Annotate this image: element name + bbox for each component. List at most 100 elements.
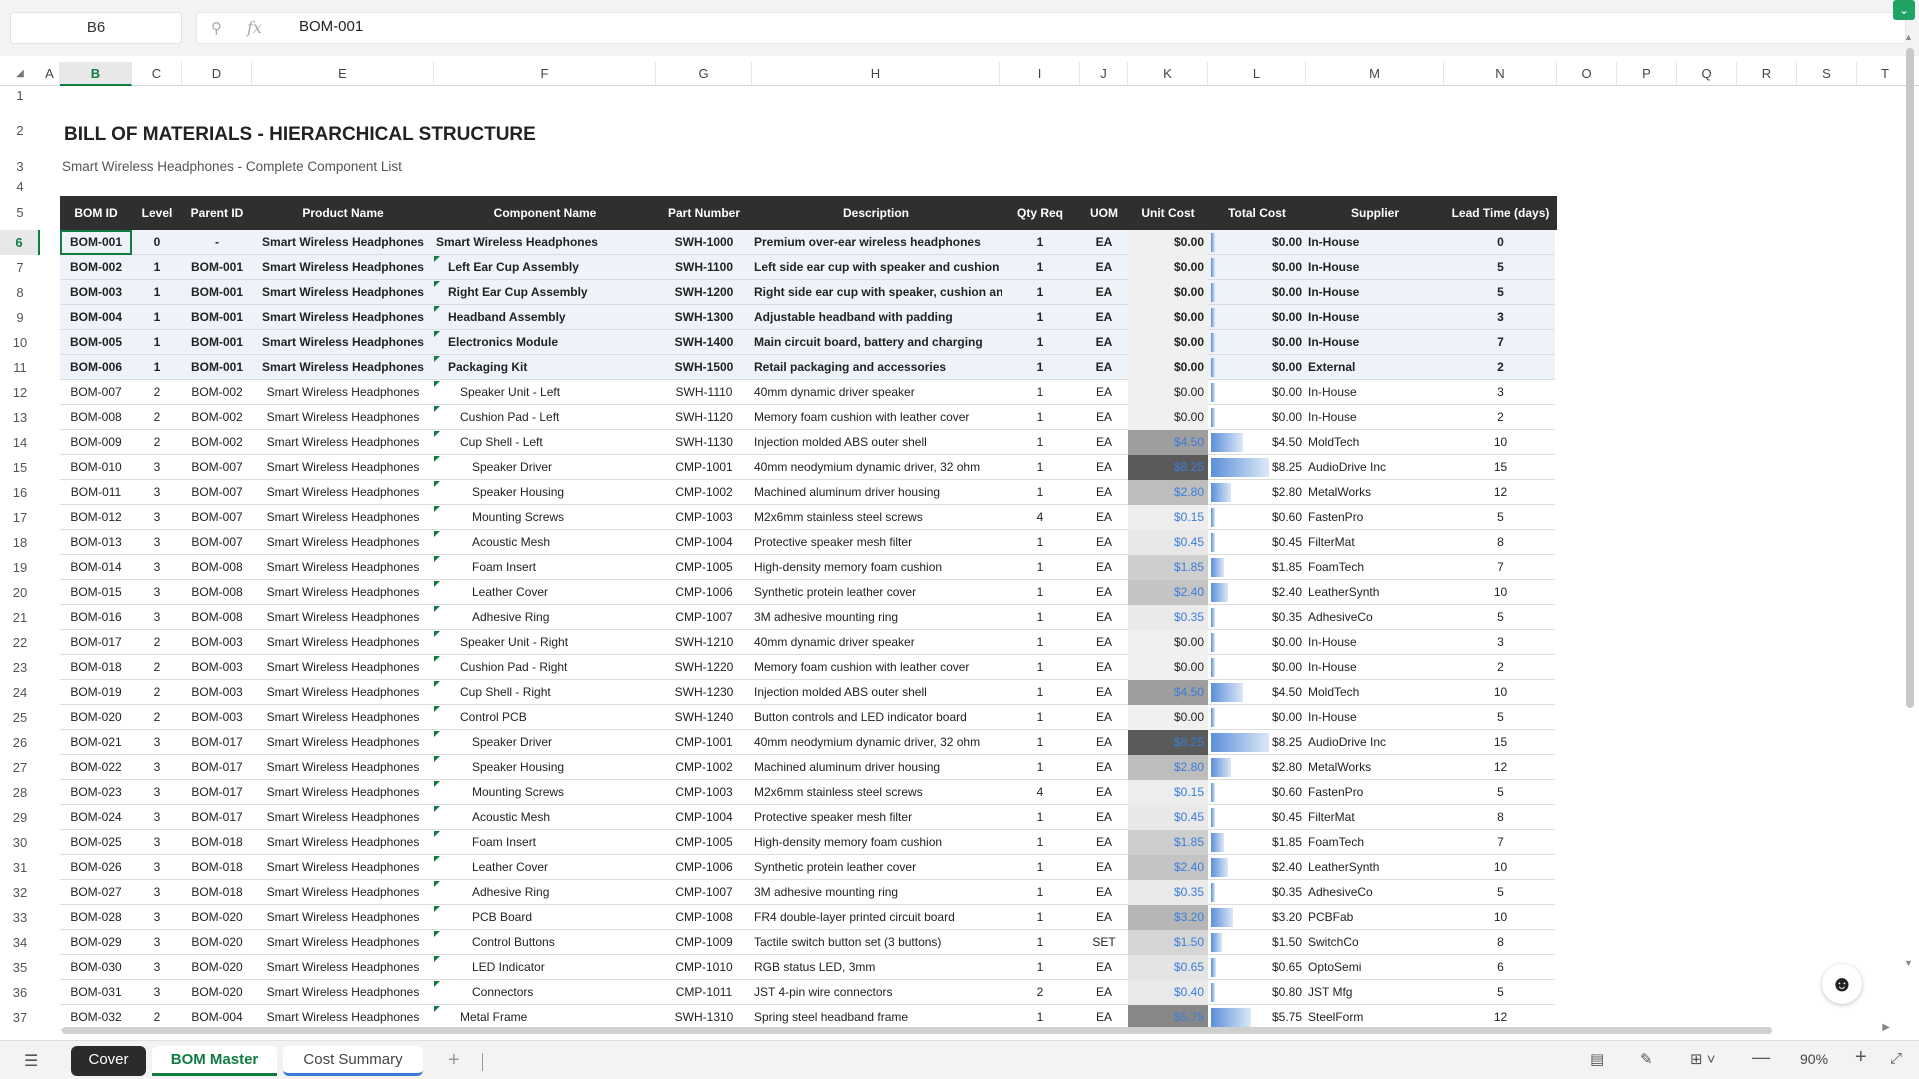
- cell-qty-req[interactable]: 1: [1000, 605, 1080, 630]
- cell-bom-id[interactable]: BOM-006: [60, 355, 132, 380]
- cell-level[interactable]: 2: [132, 680, 182, 705]
- cell-product-name[interactable]: Smart Wireless Headphones: [252, 580, 434, 605]
- cell-product-name[interactable]: Smart Wireless Headphones: [252, 905, 434, 930]
- cell-description[interactable]: Premium over-ear wireless headphones: [754, 230, 1002, 255]
- cell-unit-cost[interactable]: $0.00: [1128, 280, 1204, 305]
- cell-parent-id[interactable]: BOM-017: [182, 805, 252, 830]
- cell-component-name[interactable]: Cup Shell - Right: [460, 680, 656, 705]
- cell-component-name[interactable]: Speaker Housing: [472, 480, 656, 505]
- column-header-c[interactable]: C: [132, 62, 182, 86]
- cell-description[interactable]: Injection molded ABS outer shell: [754, 680, 1002, 705]
- cell-part-number[interactable]: CMP-1007: [656, 605, 752, 630]
- cell-product-name[interactable]: Smart Wireless Headphones: [252, 255, 434, 280]
- cell-supplier[interactable]: In-House: [1308, 380, 1446, 405]
- cell-qty-req[interactable]: 1: [1000, 305, 1080, 330]
- cell-lead-time[interactable]: 7: [1444, 330, 1557, 355]
- cell-lead-time[interactable]: 6: [1444, 955, 1557, 980]
- cell-component-name[interactable]: Speaker Unit - Left: [460, 380, 656, 405]
- row-number[interactable]: 19: [0, 555, 40, 580]
- cell-unit-cost[interactable]: $4.50: [1128, 430, 1204, 455]
- cell-product-name[interactable]: Smart Wireless Headphones: [252, 330, 434, 355]
- row-number[interactable]: 36: [0, 980, 40, 1005]
- cell-parent-id[interactable]: BOM-002: [182, 380, 252, 405]
- cell-lead-time[interactable]: 12: [1444, 755, 1557, 780]
- cell-total-cost[interactable]: $4.50: [1208, 680, 1302, 705]
- cell-bom-id[interactable]: BOM-019: [60, 680, 132, 705]
- cell-parent-id[interactable]: BOM-008: [182, 605, 252, 630]
- cell-bom-id[interactable]: BOM-009: [60, 430, 132, 455]
- row-number[interactable]: 23: [0, 655, 40, 680]
- cell-parent-id[interactable]: BOM-003: [182, 705, 252, 730]
- cell-product-name[interactable]: Smart Wireless Headphones: [252, 655, 434, 680]
- cell-level[interactable]: 3: [132, 855, 182, 880]
- cell-supplier[interactable]: FilterMat: [1308, 805, 1446, 830]
- cell-lead-time[interactable]: 10: [1444, 580, 1557, 605]
- cell-description[interactable]: Injection molded ABS outer shell: [754, 430, 1002, 455]
- cell-uom[interactable]: SET: [1080, 930, 1128, 955]
- cell-total-cost[interactable]: $8.25: [1208, 730, 1302, 755]
- cell-component-name[interactable]: Acoustic Mesh: [472, 530, 656, 555]
- cell-bom-id[interactable]: BOM-005: [60, 330, 132, 355]
- cell-product-name[interactable]: Smart Wireless Headphones: [252, 555, 434, 580]
- row-number[interactable]: 20: [0, 580, 40, 605]
- row-number[interactable]: 16: [0, 480, 40, 505]
- cell-component-name[interactable]: Adhesive Ring: [472, 880, 656, 905]
- cell-parent-id[interactable]: BOM-002: [182, 405, 252, 430]
- column-header-n[interactable]: N: [1444, 62, 1557, 86]
- header-supplier[interactable]: Supplier: [1306, 196, 1444, 230]
- column-header-q[interactable]: Q: [1677, 62, 1737, 86]
- cell-level[interactable]: 3: [132, 605, 182, 630]
- cell-part-number[interactable]: SWH-1500: [656, 355, 752, 380]
- row-number[interactable]: 3: [0, 156, 40, 178]
- cell-bom-id[interactable]: BOM-027: [60, 880, 132, 905]
- cell-supplier[interactable]: PCBFab: [1308, 905, 1446, 930]
- cell-total-cost[interactable]: $0.00: [1208, 405, 1302, 430]
- cell-part-number[interactable]: SWH-1300: [656, 305, 752, 330]
- page-layout-icon[interactable]: ▤: [1590, 1050, 1604, 1068]
- cell-supplier[interactable]: In-House: [1308, 655, 1446, 680]
- cell-component-name[interactable]: Left Ear Cup Assembly: [448, 255, 656, 280]
- cell-product-name[interactable]: Smart Wireless Headphones: [252, 855, 434, 880]
- cell-level[interactable]: 3: [132, 930, 182, 955]
- cell-bom-id[interactable]: BOM-023: [60, 780, 132, 805]
- cell-uom[interactable]: EA: [1080, 605, 1128, 630]
- cell-component-name[interactable]: Speaker Driver: [472, 730, 656, 755]
- cell-component-name[interactable]: Cushion Pad - Right: [460, 655, 656, 680]
- cell-lead-time[interactable]: 8: [1444, 530, 1557, 555]
- cell-total-cost[interactable]: $0.35: [1208, 605, 1302, 630]
- cell-unit-cost[interactable]: $0.45: [1128, 530, 1204, 555]
- cell-description[interactable]: High-density memory foam cushion: [754, 830, 1002, 855]
- cell-uom[interactable]: EA: [1080, 580, 1128, 605]
- column-header-f[interactable]: F: [434, 62, 656, 86]
- cell-component-name[interactable]: Control Buttons: [472, 930, 656, 955]
- cell-uom[interactable]: EA: [1080, 630, 1128, 655]
- row-number[interactable]: 17: [0, 505, 40, 530]
- cell-uom[interactable]: EA: [1080, 380, 1128, 405]
- scroll-down-icon[interactable]: ▼: [1904, 958, 1913, 968]
- cell-supplier[interactable]: In-House: [1308, 330, 1446, 355]
- cell-product-name[interactable]: Smart Wireless Headphones: [252, 230, 434, 255]
- cell-unit-cost[interactable]: $2.80: [1128, 755, 1204, 780]
- search-icon[interactable]: ⚲: [211, 19, 222, 37]
- cell-lead-time[interactable]: 15: [1444, 455, 1557, 480]
- cell-part-number[interactable]: SWH-1210: [656, 630, 752, 655]
- cell-supplier[interactable]: MetalWorks: [1308, 755, 1446, 780]
- cell-bom-id[interactable]: BOM-015: [60, 580, 132, 605]
- cell-component-name[interactable]: Foam Insert: [472, 555, 656, 580]
- cell-level[interactable]: 2: [132, 405, 182, 430]
- cell-level[interactable]: 3: [132, 980, 182, 1005]
- cell-total-cost[interactable]: $8.25: [1208, 455, 1302, 480]
- cell-level[interactable]: 3: [132, 730, 182, 755]
- cell-supplier[interactable]: In-House: [1308, 280, 1446, 305]
- row-number[interactable]: 18: [0, 530, 40, 555]
- cell-component-name[interactable]: Cup Shell - Left: [460, 430, 656, 455]
- cell-total-cost[interactable]: $0.35: [1208, 880, 1302, 905]
- cell-supplier[interactable]: In-House: [1308, 630, 1446, 655]
- cell-level[interactable]: 3: [132, 755, 182, 780]
- cell-level[interactable]: 3: [132, 480, 182, 505]
- cell-level[interactable]: 2: [132, 630, 182, 655]
- cell-uom[interactable]: EA: [1080, 905, 1128, 930]
- cell-parent-id[interactable]: BOM-017: [182, 755, 252, 780]
- scroll-up-icon[interactable]: ▲: [1904, 32, 1913, 42]
- cell-level[interactable]: 3: [132, 505, 182, 530]
